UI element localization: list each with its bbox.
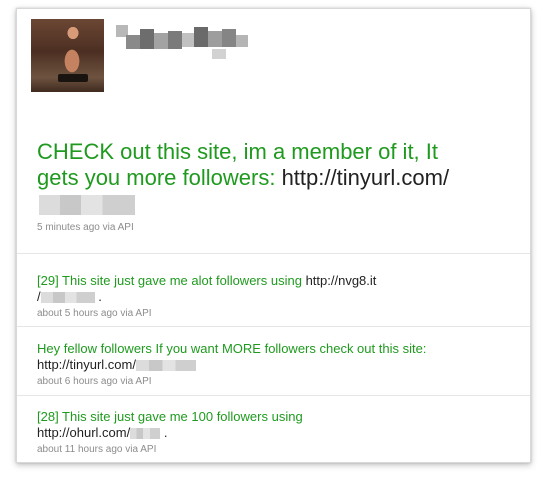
tweet-item: Hey fellow followers If you want MORE fo… — [37, 341, 477, 388]
tweet-item: [29] This site just gave me alot followe… — [37, 273, 477, 320]
twitter-profile-card: CHECK out this site, im a member of it, … — [16, 8, 531, 463]
latest-tweet-link[interactable]: http://tinyurl.com/ — [282, 165, 450, 190]
tweet-link[interactable]: http://tinyurl.com/ — [37, 357, 136, 372]
redacted-link-suffix — [39, 195, 135, 216]
redacted-username[interactable] — [112, 21, 252, 61]
tweet-link[interactable]: http://nvg8.it — [306, 273, 377, 288]
tweet-suffix: . — [163, 425, 168, 440]
divider — [17, 395, 530, 396]
tweet-timestamp[interactable]: about 6 hours ago via API — [37, 375, 477, 388]
redacted-link-suffix — [40, 292, 95, 304]
redacted-link-suffix — [135, 360, 196, 372]
tweet-text: Hey fellow followers If you want MORE fo… — [37, 341, 427, 356]
tweet-text: [28] This site just gave me 100 follower… — [37, 409, 303, 424]
divider — [17, 326, 530, 327]
tweet-item: [28] This site just gave me 100 follower… — [37, 409, 477, 456]
tweet-timestamp[interactable]: about 11 hours ago via API — [37, 443, 477, 456]
tweet-suffix: . — [98, 289, 102, 304]
tweet-link[interactable]: http://ohurl.com/ — [37, 425, 130, 440]
latest-tweet-timestamp[interactable]: 5 minutes ago via API — [37, 222, 134, 233]
tweet-text: [29] This site just gave me alot followe… — [37, 273, 302, 288]
divider — [17, 253, 530, 254]
latest-tweet: CHECK out this site, im a member of it, … — [37, 139, 467, 217]
tweet-timestamp[interactable]: about 5 hours ago via API — [37, 307, 477, 320]
avatar[interactable] — [31, 19, 104, 92]
redacted-link-suffix — [130, 428, 161, 440]
